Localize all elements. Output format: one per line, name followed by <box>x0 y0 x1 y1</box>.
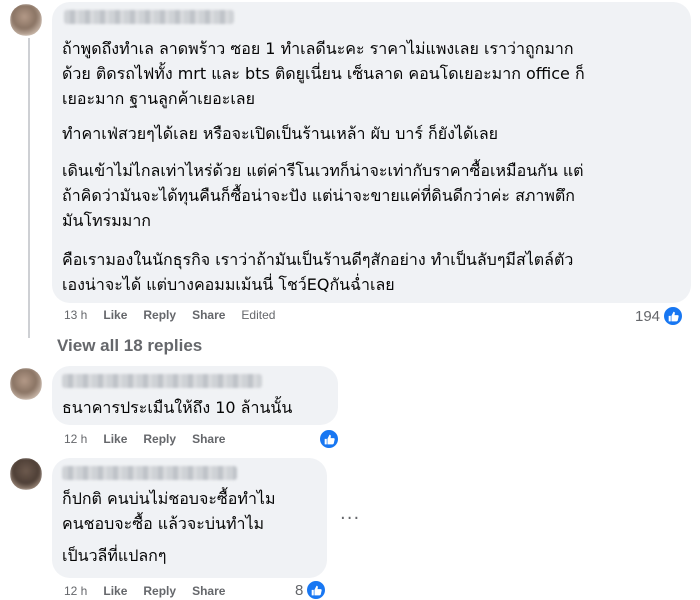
thumbs-up-icon <box>306 580 327 600</box>
reply-paragraph: ก็ปกติ คนบ่นไม่ชอบจะซื้อทำไม คนชอบจะซื้อ… <box>62 489 276 533</box>
share-button[interactable]: Share <box>192 432 225 446</box>
thumbs-up-icon <box>663 306 684 326</box>
reaction-count[interactable]: 194 <box>635 306 684 326</box>
edited-label: Edited <box>241 308 276 322</box>
comment-bubble: ถ้าพูดถึงทำเล ลาดพร้าว ซอย 1 ทำเลดีนะคะ … <box>52 2 691 303</box>
reply-time[interactable]: 12 h <box>64 584 87 598</box>
commenter-name[interactable] <box>64 10 234 24</box>
reply-time[interactable]: 12 h <box>64 432 87 446</box>
reply-actions: 12 h Like Reply Share <box>64 432 241 446</box>
avatar[interactable] <box>10 458 42 490</box>
reaction-number: 8 <box>295 581 304 599</box>
reaction-count[interactable]: 8 <box>295 580 327 600</box>
like-button[interactable]: Like <box>103 432 127 446</box>
comment-paragraph: เดินเข้าไม่ไกลเท่าไหร่ด้วย แต่ค่ารีโนเวท… <box>62 161 584 230</box>
comment-time[interactable]: 13 h <box>64 308 87 322</box>
reaction-number: 194 <box>635 307 661 325</box>
reply-button[interactable]: Reply <box>143 584 176 598</box>
replier-name[interactable] <box>62 466 237 480</box>
view-all-replies-link[interactable]: View all 18 replies <box>57 336 202 356</box>
avatar[interactable] <box>10 4 42 36</box>
comment-paragraph: ทำคาเฟ่สวยๆได้เลย หรือจะเปิดเป็นร้านเหล้… <box>62 124 499 143</box>
like-button[interactable]: Like <box>103 308 127 322</box>
comment-actions: 13 h Like Reply Share Edited <box>64 308 291 322</box>
thread-line <box>28 38 30 338</box>
share-button[interactable]: Share <box>192 308 225 322</box>
comment-paragraph: คือเรามองในนักธุรกิจ เราว่าถ้ามันเป็นร้า… <box>62 250 574 294</box>
reply-bubble: ก็ปกติ คนบ่นไม่ชอบจะซื้อทำไม คนชอบจะซื้อ… <box>52 458 327 578</box>
reply-text: ธนาคารประเมืนให้ถึง 10 ล้านนั้น <box>62 398 293 417</box>
replier-name[interactable] <box>62 374 262 388</box>
reaction-count[interactable] <box>316 429 339 449</box>
like-button[interactable]: Like <box>103 584 127 598</box>
reply-actions: 12 h Like Reply Share <box>64 584 241 598</box>
reply-button[interactable]: Reply <box>143 308 176 322</box>
share-button[interactable]: Share <box>192 584 225 598</box>
reply-bubble: ธนาคารประเมืนให้ถึง 10 ล้านนั้น <box>52 366 338 425</box>
avatar[interactable] <box>10 368 42 400</box>
more-options-icon[interactable]: ··· <box>340 508 360 529</box>
reply-paragraph: เป็นวลีที่แปลกๆ <box>62 546 167 565</box>
thumbs-up-icon <box>319 429 339 449</box>
reply-button[interactable]: Reply <box>143 432 176 446</box>
comment-paragraph: ถ้าพูดถึงทำเล ลาดพร้าว ซอย 1 ทำเลดีนะคะ … <box>62 39 585 108</box>
